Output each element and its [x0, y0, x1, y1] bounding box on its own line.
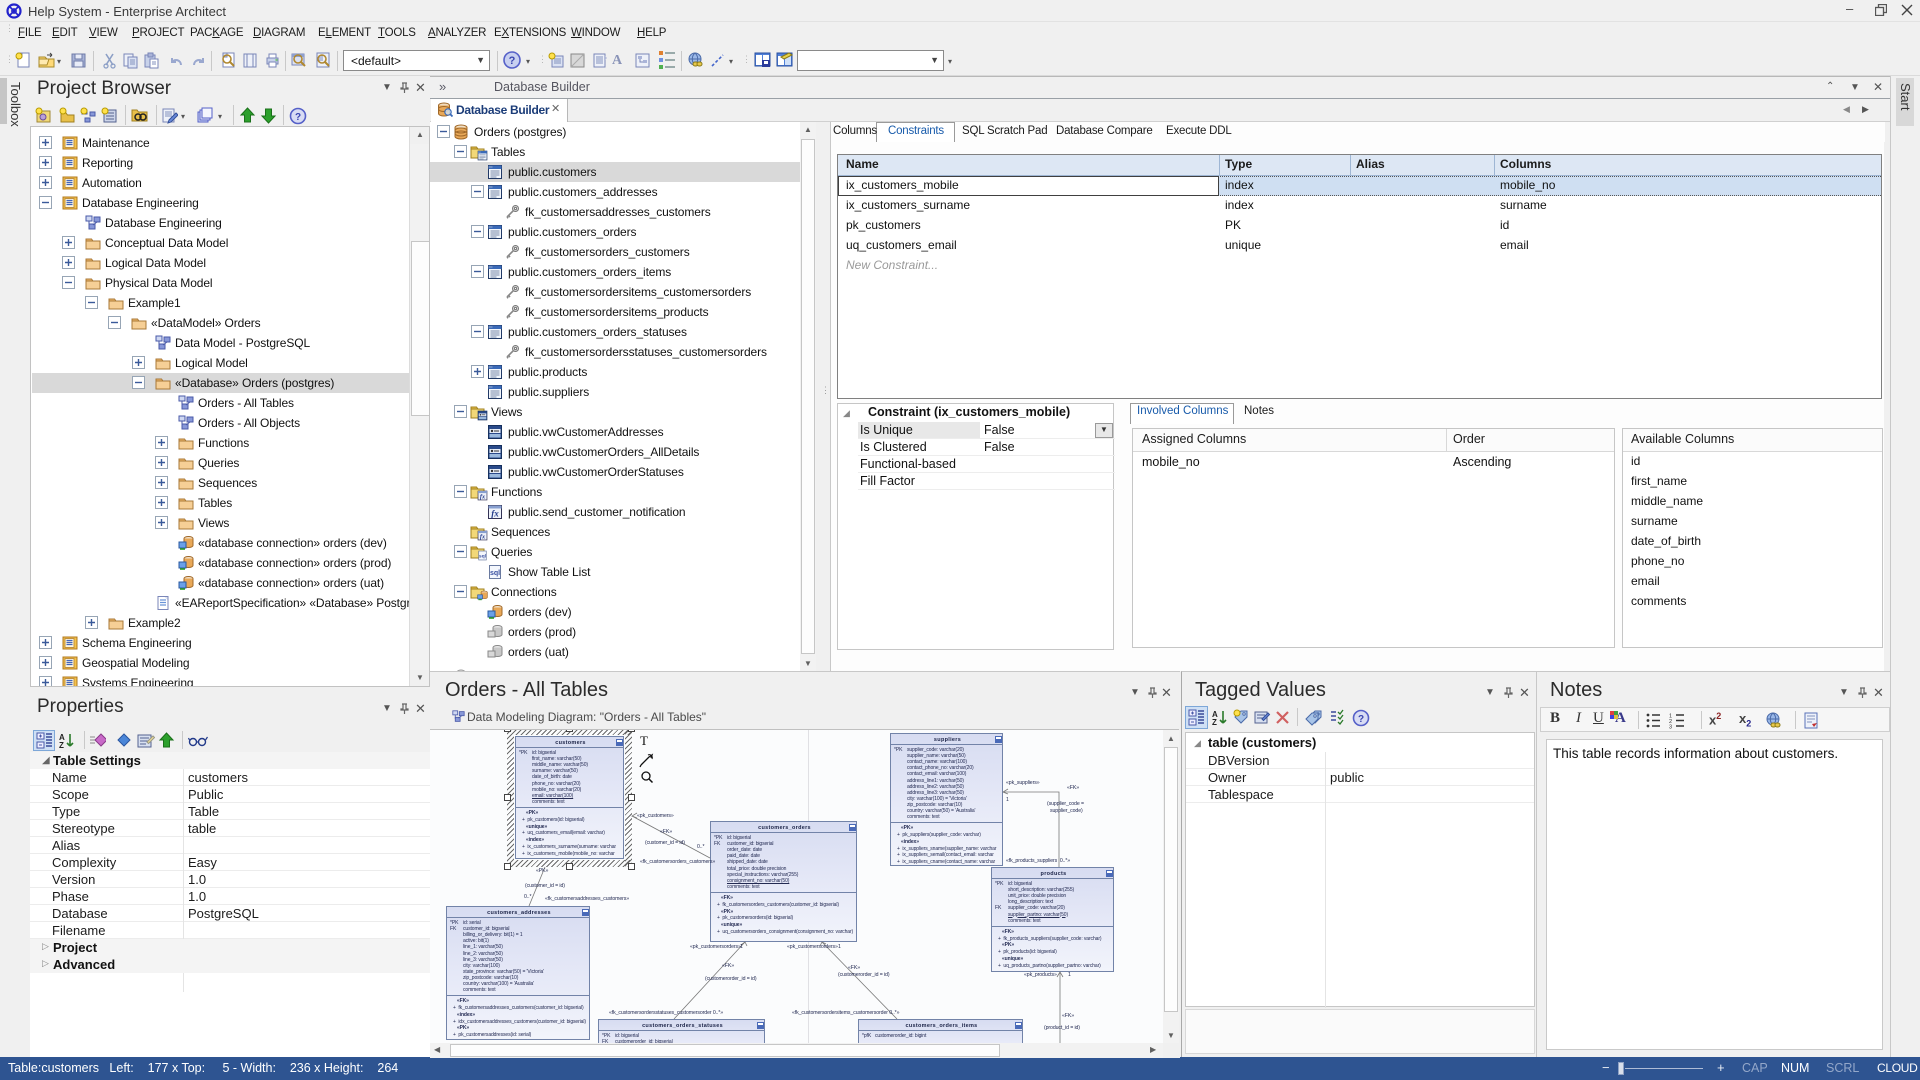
svg-text:3: 3 [1669, 725, 1672, 730]
svg-text:?: ? [509, 55, 516, 67]
svg-text:?: ? [1358, 714, 1364, 725]
svg-text:?: ? [295, 112, 301, 123]
svg-text:Z: Z [1212, 718, 1217, 726]
svg-text:Z: Z [59, 741, 64, 749]
